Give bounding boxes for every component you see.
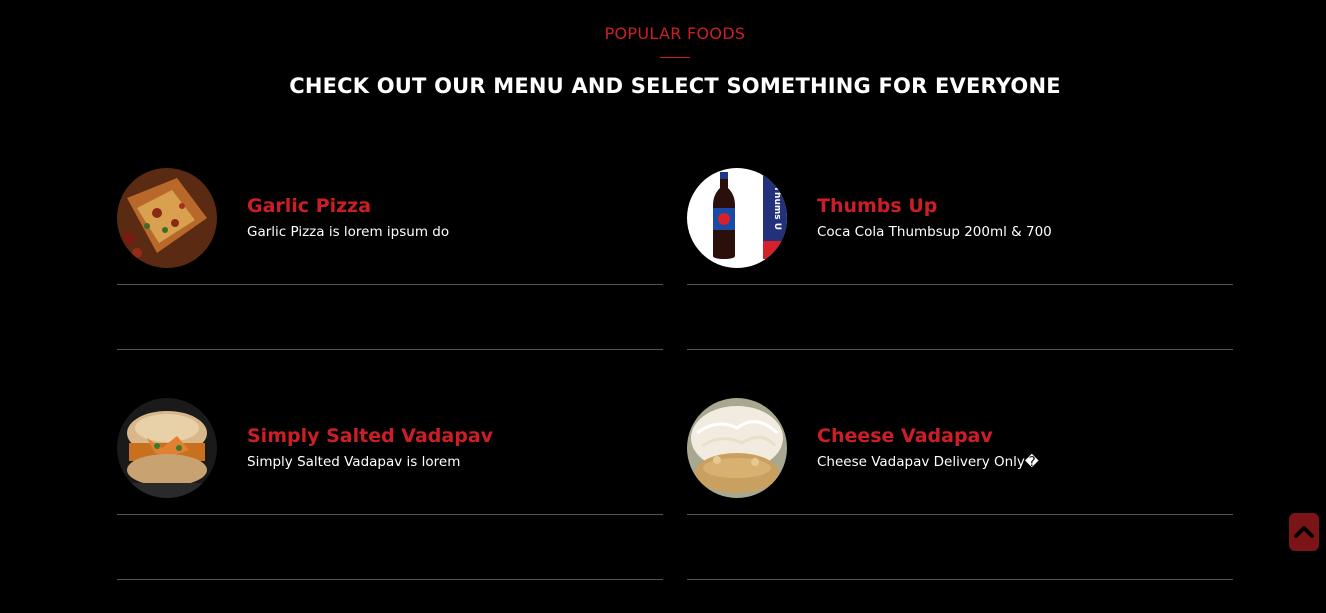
chevron-up-icon	[1294, 526, 1314, 538]
item-divider	[687, 349, 1233, 350]
section-headline: CHECK OUT OUR MENU AND SELECT SOMETHING …	[289, 74, 1061, 98]
cheese-vadapav-image[interactable]	[687, 398, 787, 498]
item-divider	[117, 349, 663, 350]
item-divider	[687, 284, 1233, 285]
menu-item-description: Simply Salted Vadapav is lorem	[247, 454, 461, 470]
eyebrow-divider	[660, 57, 690, 58]
thumbs-up-image[interactable]: Thums U	[687, 168, 787, 268]
item-divider	[117, 284, 663, 285]
vadapav-image[interactable]	[117, 398, 217, 498]
menu-item-title[interactable]: Simply Salted Vadapav	[247, 425, 493, 447]
svg-text:Thums U: Thums U	[772, 186, 782, 230]
menu-item-description: Coca Cola Thumbsup 200ml & 700	[817, 224, 1052, 240]
menu-item-garlic-pizza[interactable]: Garlic Pizza Garlic Pizza is lorem ipsum…	[117, 168, 663, 350]
menu-item-description: Garlic Pizza is lorem ipsum do	[247, 224, 450, 240]
menu-item-title[interactable]: Cheese Vadapav	[817, 425, 993, 447]
item-divider	[117, 579, 663, 580]
item-divider	[687, 514, 1233, 515]
scroll-to-top-button[interactable]	[1289, 513, 1319, 551]
menu-item-cheese-vadapav[interactable]: Cheese Vadapav Cheese Vadapav Delivery O…	[687, 398, 1233, 580]
menu-item-thumbs-up[interactable]: Thums U Thumbs Up Coca Cola Thumbsup 200…	[687, 168, 1233, 350]
menu-item-title[interactable]: Garlic Pizza	[247, 195, 371, 217]
item-divider	[117, 514, 663, 515]
popular-foods-section: POPULAR FOODS CHECK OUT OUR MENU AND SEL…	[0, 0, 1326, 613]
garlic-pizza-image[interactable]	[117, 168, 217, 268]
section-eyebrow: POPULAR FOODS	[604, 24, 746, 43]
item-divider	[687, 579, 1233, 580]
menu-item-description: Cheese Vadapav Delivery Only�	[817, 454, 1039, 470]
menu-item-title[interactable]: Thumbs Up	[817, 195, 937, 217]
menu-item-simply-salted-vadapav[interactable]: Simply Salted Vadapav Simply Salted Vada…	[117, 398, 663, 580]
